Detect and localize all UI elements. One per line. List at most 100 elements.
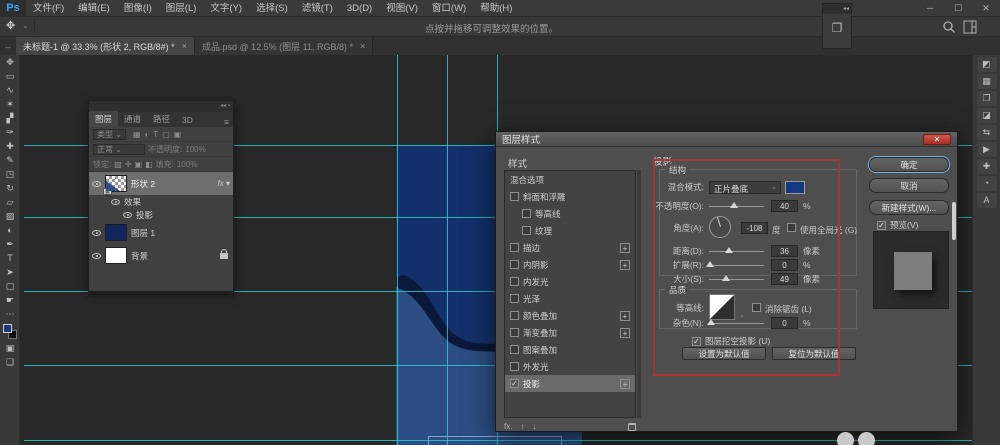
antialias-checkbox[interactable]: [752, 303, 761, 312]
style-checkbox[interactable]: [510, 345, 519, 354]
menu-3D(D)[interactable]: 3D(D): [340, 0, 379, 17]
layer-row-shape2[interactable]: ▦ 形状 2 fx ▾: [89, 172, 233, 195]
use-global-light-checkbox[interactable]: [787, 223, 796, 232]
new-style-button[interactable]: 新建样式(W)...: [869, 200, 949, 215]
size-slider[interactable]: [709, 279, 764, 280]
layer-name[interactable]: 背景: [131, 250, 148, 262]
spread-slider[interactable]: [709, 265, 764, 266]
workspace-switcher-icon[interactable]: [963, 20, 977, 34]
style-item-外发光[interactable]: 外发光: [505, 358, 635, 375]
set-default-button[interactable]: 设置为默认值: [682, 347, 766, 360]
distance-value[interactable]: 36: [771, 245, 798, 257]
layer-row-layer1[interactable]: 图层 1: [89, 221, 233, 244]
adjustments-panel-icon[interactable]: ◪: [977, 108, 997, 123]
menu-文字(Y)[interactable]: 文字(Y): [203, 0, 249, 17]
more-tools-icon[interactable]: ⋯: [0, 307, 20, 321]
menu-窗口(W)[interactable]: 窗口(W): [425, 0, 473, 17]
drop-shadow-effect-row[interactable]: 投影: [89, 208, 233, 221]
foreground-color-swatch[interactable]: [3, 324, 12, 333]
layer-knockout-checkbox[interactable]: ✓: [692, 337, 701, 346]
gradient-tool[interactable]: ▨: [0, 209, 20, 223]
blend-mode-dropdown[interactable]: 正常 ⌄: [93, 144, 145, 155]
dialog-scrollbar-thumb[interactable]: [952, 202, 956, 240]
tab-3d[interactable]: 3D: [176, 113, 199, 127]
hand-tool[interactable]: ☛: [0, 293, 20, 307]
brush-tool[interactable]: ✎: [0, 153, 20, 167]
move-tool[interactable]: ✥: [0, 55, 20, 69]
effects-row[interactable]: 效果: [89, 195, 233, 208]
layer-thumbnail[interactable]: [105, 247, 127, 264]
tab-close-icon[interactable]: ×: [182, 41, 187, 51]
type-tool[interactable]: T: [0, 251, 20, 265]
preview-checkbox[interactable]: ✓: [877, 221, 886, 230]
fx-badge[interactable]: fx ▾: [218, 179, 230, 188]
libraries-panel-icon[interactable]: ❐: [977, 91, 997, 106]
menu-编辑(E)[interactable]: 编辑(E): [71, 0, 117, 17]
dialog-close-button[interactable]: ✕: [923, 134, 951, 145]
color-panel-icon[interactable]: ◩: [977, 57, 997, 72]
filter-icon[interactable]: ▢: [162, 130, 170, 139]
eyedropper-tool[interactable]: ✑: [0, 125, 20, 139]
lock-icon[interactable]: ✛: [125, 160, 132, 169]
shadow-blend-mode-dropdown[interactable]: 正片叠底⌄: [709, 181, 781, 194]
lock-icon[interactable]: ◧: [145, 160, 153, 169]
dialog-title-bar[interactable]: 图层样式 ✕: [496, 132, 957, 147]
pen-tool[interactable]: ✒: [0, 237, 20, 251]
style-item-图案叠加[interactable]: 图案叠加: [505, 341, 635, 358]
layer-row-background[interactable]: 背景: [89, 244, 233, 267]
collapse-arrows-icon[interactable]: ◂◂: [823, 4, 851, 14]
character-panel-icon[interactable]: A: [977, 193, 997, 208]
menu-帮助(H)[interactable]: 帮助(H): [473, 0, 519, 17]
quick-selection-tool[interactable]: ✶: [0, 97, 20, 111]
lasso-tool[interactable]: ∿: [0, 83, 20, 97]
style-checkbox[interactable]: [510, 362, 519, 371]
canvas-area[interactable]: ◂◂ ▪ 图层 通道 路径 3D ≡ 类型 ⌄ ▦◐T▢▣ 正常 ⌄ 不透明度:…: [20, 55, 972, 445]
crop-tool[interactable]: ▞: [0, 111, 20, 125]
filter-icon[interactable]: ◐: [145, 130, 150, 139]
tool-preset-caret-icon[interactable]: ⌄: [22, 21, 29, 30]
eraser-tool[interactable]: ▱: [0, 195, 20, 209]
layer-name[interactable]: 图层 1: [131, 227, 155, 239]
shape-tool[interactable]: ▢: [0, 279, 20, 293]
layer-name[interactable]: 形状 2: [131, 178, 155, 190]
lock-icon[interactable]: ▨: [114, 160, 122, 169]
clone-stamp-tool[interactable]: ◳: [0, 167, 20, 181]
close-button[interactable]: ✕: [972, 0, 1000, 17]
opacity-value[interactable]: 100%: [185, 145, 205, 154]
history-panel-icon[interactable]: ⇆: [977, 125, 997, 140]
filter-icon[interactable]: ▣: [174, 130, 182, 139]
menu-视图(V)[interactable]: 视图(V): [379, 0, 425, 17]
fill-value[interactable]: 100%: [177, 160, 197, 169]
minimize-button[interactable]: ─: [916, 0, 944, 17]
shadow-color-swatch[interactable]: [785, 181, 805, 194]
move-tool-icon[interactable]: ✥: [6, 19, 15, 32]
layer-thumbnail[interactable]: ▦: [105, 175, 127, 192]
visibility-eye-icon[interactable]: [123, 212, 132, 218]
add-effect-fx-button[interactable]: fx.: [504, 422, 512, 431]
move-effect-down-button[interactable]: ↓: [532, 422, 536, 431]
lock-icon[interactable]: ▣: [135, 160, 143, 169]
menu-图像(I)[interactable]: 图像(I): [117, 0, 159, 17]
ok-button[interactable]: 确定: [869, 157, 949, 172]
healing-brush-tool[interactable]: ✚: [0, 139, 20, 153]
size-value[interactable]: 49: [771, 273, 798, 285]
swatches-panel-icon[interactable]: ▦: [977, 74, 997, 89]
quick-mask-icon[interactable]: ▣: [0, 341, 20, 355]
visibility-eye-icon[interactable]: [111, 199, 120, 205]
screen-mode-icon[interactable]: ❏: [0, 355, 20, 369]
menu-滤镜(T)[interactable]: 滤镜(T): [295, 0, 340, 17]
color-swatches[interactable]: [0, 323, 20, 341]
collapsed-panel[interactable]: ◂◂ ❐: [822, 3, 852, 49]
filter-type-dropdown[interactable]: 类型 ⌄: [93, 129, 126, 140]
duplicate-effect-icon[interactable]: +: [620, 379, 630, 389]
style-item-投影[interactable]: ✓投影+: [505, 375, 635, 392]
marquee-tool[interactable]: ▭: [0, 69, 20, 83]
tab-layers[interactable]: 图层: [89, 111, 118, 127]
angle-value[interactable]: -108: [741, 222, 768, 234]
search-icon[interactable]: [942, 20, 956, 34]
panel-menu-icon[interactable]: ≡: [224, 117, 233, 127]
document-tab-1[interactable]: 未标题-1 @ 33.3% (形状 2, RGB/8#) * ×: [16, 37, 195, 55]
layer-thumbnail[interactable]: [105, 224, 127, 241]
cancel-button[interactable]: 取消: [869, 178, 949, 193]
tab-channels[interactable]: 通道: [118, 111, 147, 127]
